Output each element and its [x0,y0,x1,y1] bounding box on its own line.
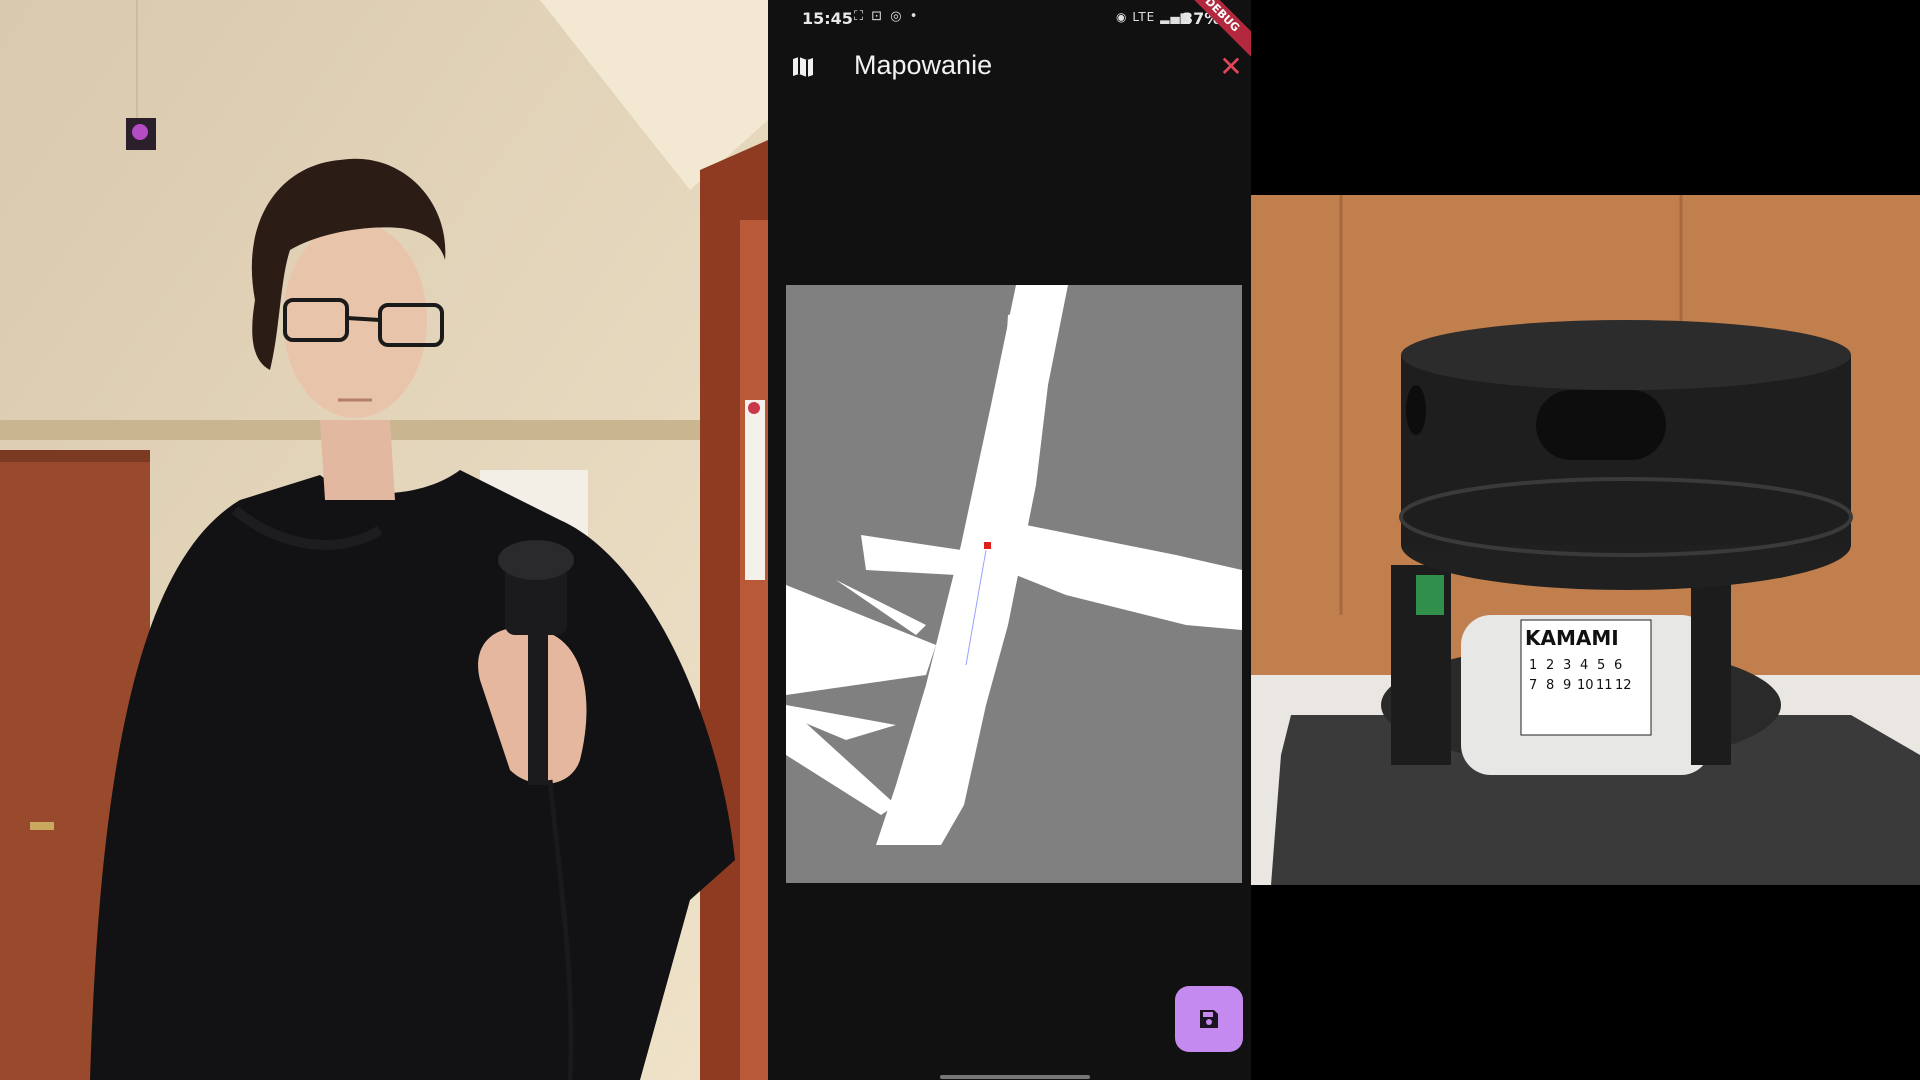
camera-view-person [0,0,768,1080]
app-bar: Mapowanie ✕ [768,40,1251,96]
occupancy-map[interactable] [786,285,1242,883]
svg-text:10: 10 [1577,678,1594,693]
close-icon[interactable]: ✕ [1216,52,1246,82]
robot-marker [984,542,991,549]
status-time: 15:45 [802,9,853,28]
svg-text:1: 1 [1529,658,1537,673]
product-photo-panel: KAMAMI 1 2 3 4 5 6 7 8 9 10 11 12 [1251,0,1920,1080]
save-button[interactable] [1175,986,1243,1052]
svg-text:5: 5 [1597,658,1605,673]
svg-text:12: 12 [1615,678,1632,693]
product-label-brand: KAMAMI [1525,626,1619,650]
network-indicator: ◉ LTE ▂▄▆ [1116,10,1191,24]
svg-text:2: 2 [1546,658,1554,673]
home-indicator [940,1075,1090,1079]
network-label: LTE [1132,10,1156,24]
svg-text:11: 11 [1596,678,1613,693]
svg-text:6: 6 [1614,658,1622,673]
hotspot-icon: ◉ [1116,10,1128,24]
svg-text:8: 8 [1546,678,1554,693]
svg-text:7: 7 [1529,678,1537,693]
svg-text:4: 4 [1580,658,1588,673]
map-icon[interactable] [790,54,816,80]
svg-text:3: 3 [1563,658,1571,673]
status-bar: 15:45 ⛶ ⊡ ◎ • ◉ LTE ▂▄▆ 37% DEBUG [768,0,1251,61]
save-icon [1200,1010,1218,1028]
phone-screen: 15:45 ⛶ ⊡ ◎ • ◉ LTE ▂▄▆ 37% DEBUG Mapowa… [768,0,1251,1080]
notification-icons: ⛶ ⊡ ◎ • [854,9,920,24]
page-title: Mapowanie [854,50,993,80]
svg-text:9: 9 [1563,678,1571,693]
